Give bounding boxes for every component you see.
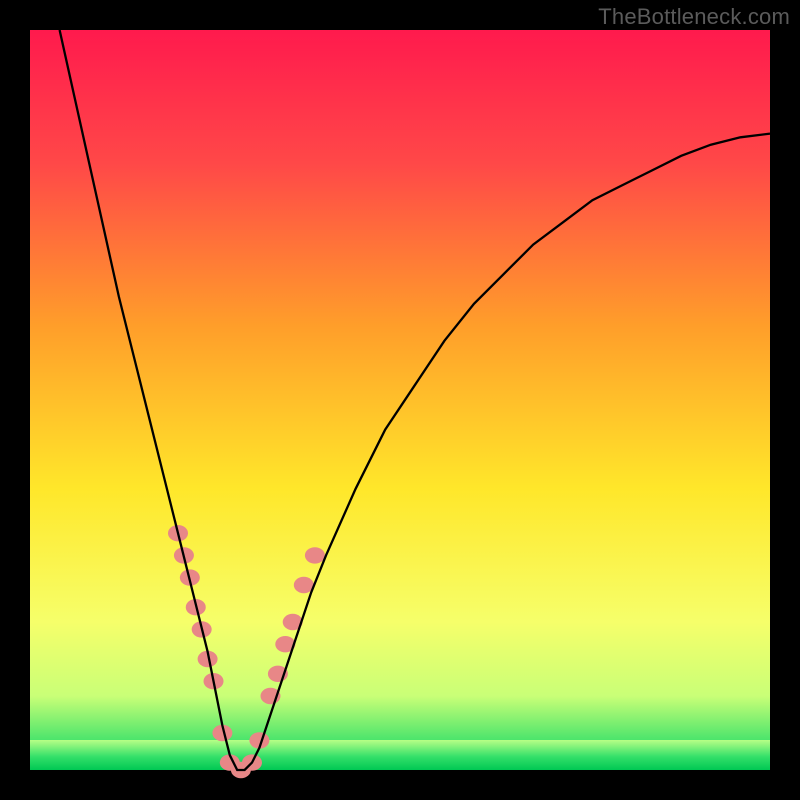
curve-layer [30, 30, 770, 770]
watermark-text: TheBottleneck.com [598, 4, 790, 30]
highlight-dot [305, 547, 325, 563]
marker-group [168, 525, 325, 778]
chart-frame: TheBottleneck.com [0, 0, 800, 800]
bottleneck-curve-path [60, 30, 770, 770]
